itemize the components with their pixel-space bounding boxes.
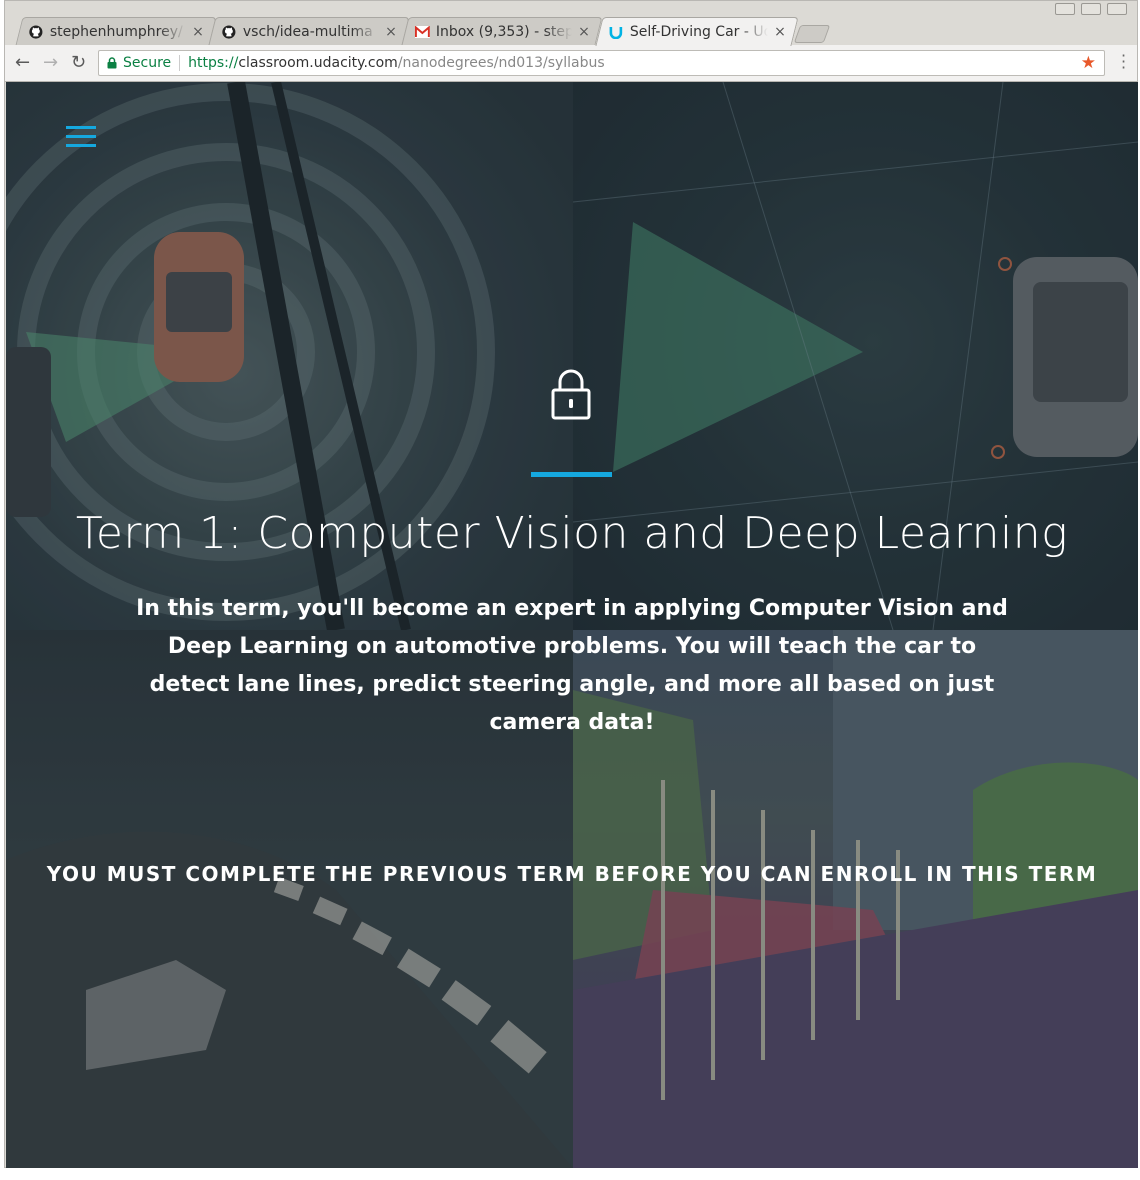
tab-gmail-inbox[interactable]: Inbox (9,353) - step × <box>401 17 603 45</box>
tab-github-vsch[interactable]: vsch/idea-multima × <box>208 17 410 45</box>
browser-menu-icon[interactable]: · · · <box>1121 48 1126 76</box>
tab-udacity-self-driving[interactable]: Self-Driving Car - Ud × <box>595 17 799 46</box>
url-text[interactable]: https://classroom.udacity.com/nanodegree… <box>188 55 605 71</box>
tab-close-button[interactable]: × <box>578 24 590 40</box>
close-window-button[interactable] <box>1107 3 1127 15</box>
title-accent-bar <box>531 472 612 477</box>
reload-icon[interactable]: ↻ <box>71 53 86 73</box>
address-bar[interactable]: Secure https://classroom.udacity.com/nan… <box>98 50 1105 76</box>
udacity-icon <box>608 24 624 40</box>
tab-close-button[interactable]: × <box>385 24 397 40</box>
browser-window: stephenhumphrey/ × vsch/idea-multima × I… <box>4 0 1138 1168</box>
omnibox-separator <box>179 55 181 71</box>
github-icon <box>28 24 44 40</box>
tab-github-stephenhumphrey[interactable]: stephenhumphrey/ × <box>15 17 217 45</box>
url-scheme: https:// <box>188 55 239 71</box>
minimize-button[interactable] <box>1055 3 1075 15</box>
secure-label: Secure <box>123 55 172 71</box>
padlock-icon <box>551 369 591 420</box>
window-controls <box>1055 3 1127 15</box>
maximize-button[interactable] <box>1081 3 1101 15</box>
hamburger-menu-icon[interactable] <box>66 126 96 150</box>
secure-indicator[interactable]: Secure <box>99 55 171 71</box>
term-description: In this term, you'll become an expert in… <box>136 596 1008 735</box>
tab-title: Self-Driving Car - Ud <box>629 24 769 40</box>
url-host: classroom.udacity.com <box>238 55 398 71</box>
github-icon <box>221 24 237 40</box>
bookmark-star-icon[interactable]: ★ <box>1081 53 1096 73</box>
tab-title: vsch/idea-multima <box>242 23 373 40</box>
gmail-icon <box>414 24 430 40</box>
tab-close-button[interactable]: × <box>774 24 786 40</box>
url-path: /nanodegrees/nd013/syllabus <box>397 55 605 71</box>
new-tab-button[interactable] <box>793 25 831 43</box>
lock-icon <box>107 57 117 69</box>
browser-toolbar: ← → ↻ Secure https://classroom.udacity.c… <box>5 45 1137 82</box>
forward-arrow-icon[interactable]: → <box>43 53 58 73</box>
term-title: Term 1: Computer Vision and Deep Learnin… <box>75 508 1069 559</box>
back-arrow-icon[interactable]: ← <box>15 53 30 73</box>
tab-close-button[interactable]: × <box>192 24 204 40</box>
syllabus-page: Term 1: Computer Vision and Deep Learnin… <box>6 82 1138 1168</box>
enroll-notice: YOU MUST COMPLETE THE PREVIOUS TERM BEFO… <box>46 862 1098 886</box>
tab-strip: stephenhumphrey/ × vsch/idea-multima × I… <box>5 15 1137 46</box>
tab-title: Inbox (9,353) - step <box>435 23 573 40</box>
tab-title: stephenhumphrey/ <box>49 23 183 40</box>
